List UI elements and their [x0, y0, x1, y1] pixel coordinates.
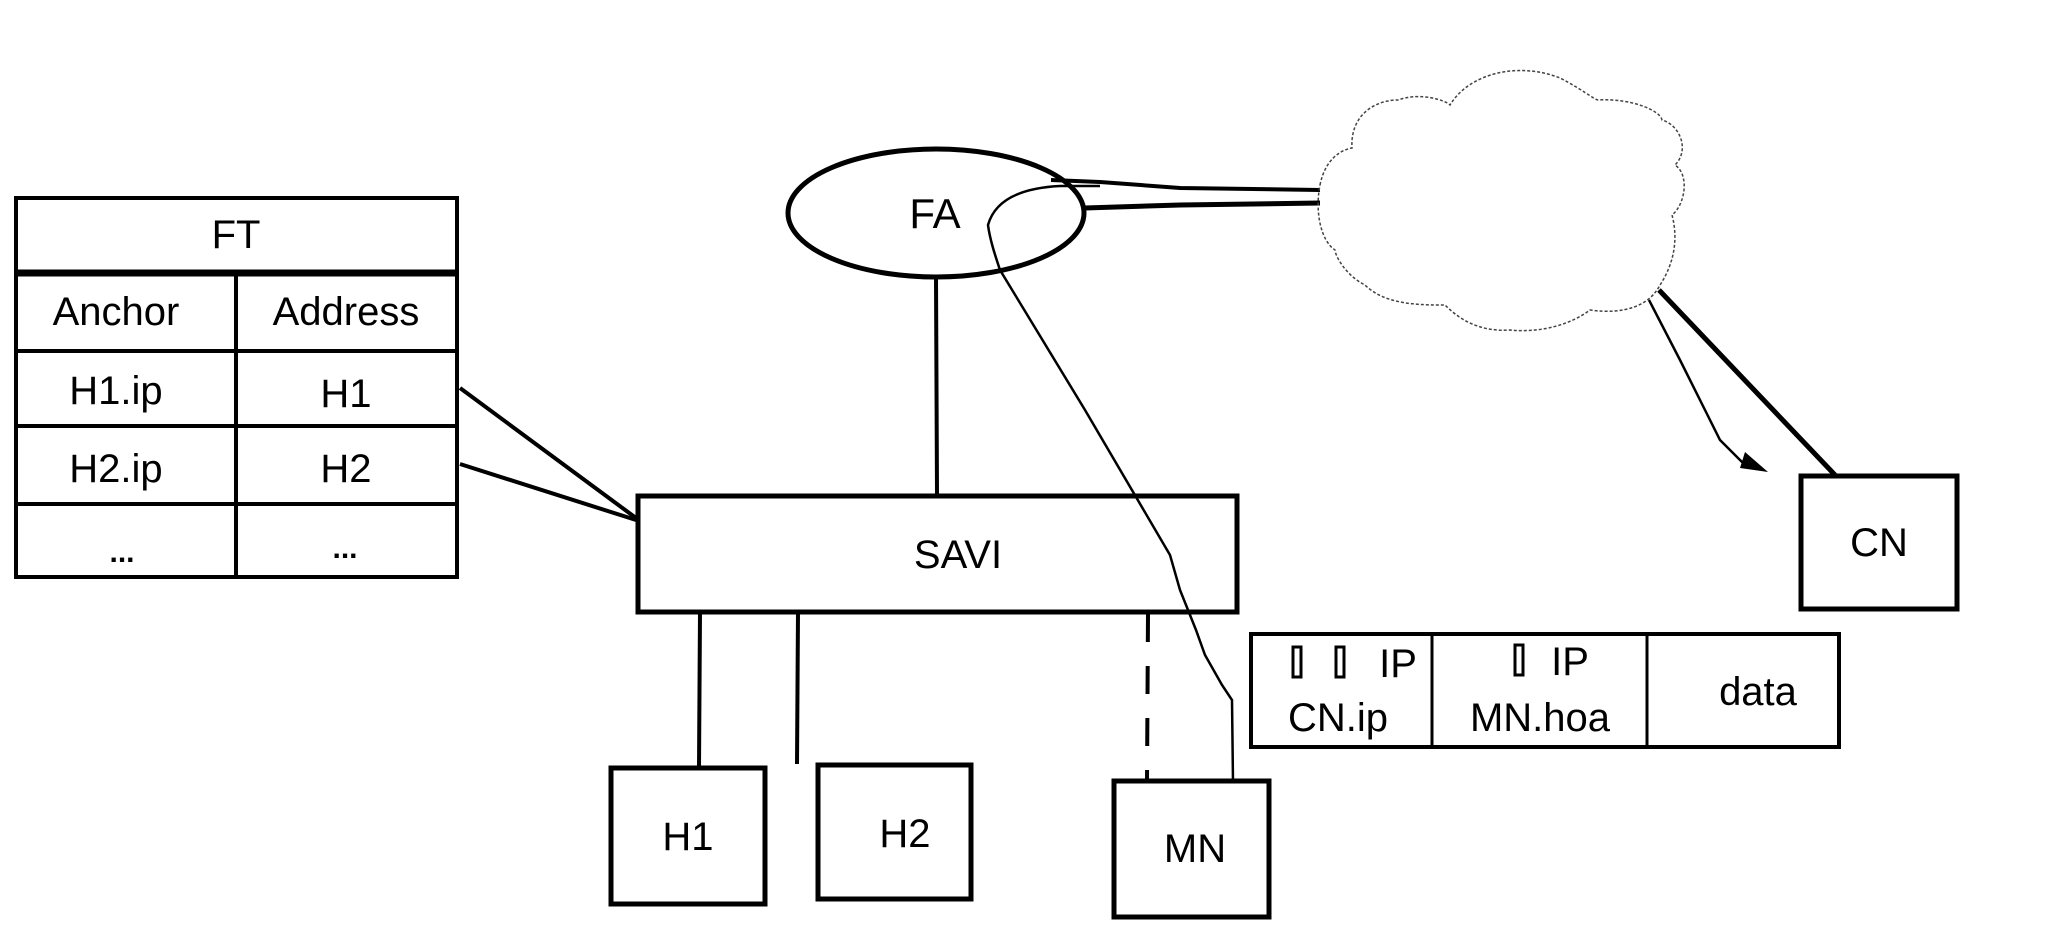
packet-field-2-line1: IP [1551, 640, 1589, 684]
link-ft-h2-savi [459, 462, 637, 522]
fa-label: FA [909, 190, 960, 237]
link-ft-h1-savi [458, 386, 638, 520]
link-network-cn [1657, 288, 1837, 477]
packet-field-1-line2: CN.ip [1288, 696, 1388, 740]
packet: IP CN.ip IP MN.hoa data [1249, 632, 1841, 749]
network-cloud [1317, 69, 1685, 332]
tunnel-path-mn-to-cn [986, 184, 1235, 783]
missing-glyph-icon [1513, 643, 1525, 677]
ft-cell: H2 [320, 447, 371, 491]
h1-label: H1 [662, 815, 713, 859]
ft-cell: H1 [320, 372, 371, 416]
tunnel-path-network-to-cn [1647, 299, 1746, 466]
cn-label: CN [1850, 521, 1908, 565]
mn-label: MN [1164, 827, 1226, 871]
ft-title: FT [212, 213, 261, 257]
ft-cell: ... [109, 536, 134, 569]
ft-header-address: Address [273, 290, 420, 334]
missing-glyph-icon [1291, 645, 1303, 679]
packet-field-3-data: data [1719, 670, 1798, 714]
missing-glyph-icon [1334, 645, 1346, 679]
arrowhead-icon [1740, 452, 1768, 472]
h2-label: H2 [879, 812, 930, 856]
ft-cell: ... [332, 532, 357, 565]
network-diagram: FT Anchor Address H1.ip H1 H2.ip H2 ... … [14, 69, 1960, 920]
link-savi-h2 [795, 611, 800, 765]
packet-field-2-line2: MN.hoa [1470, 696, 1611, 740]
ft-cell: H1.ip [69, 369, 162, 413]
link-savi-mn-dashed [1145, 613, 1150, 781]
packet-field-1-line1: IP [1379, 642, 1417, 686]
link-savi-h1 [697, 611, 702, 768]
ft-header-anchor: Anchor [53, 290, 180, 334]
savi-label: SAVI [914, 533, 1002, 577]
link-fa-savi [934, 276, 939, 496]
link-fa-network-lower [1084, 200, 1321, 211]
ft-cell: H2.ip [69, 447, 162, 491]
